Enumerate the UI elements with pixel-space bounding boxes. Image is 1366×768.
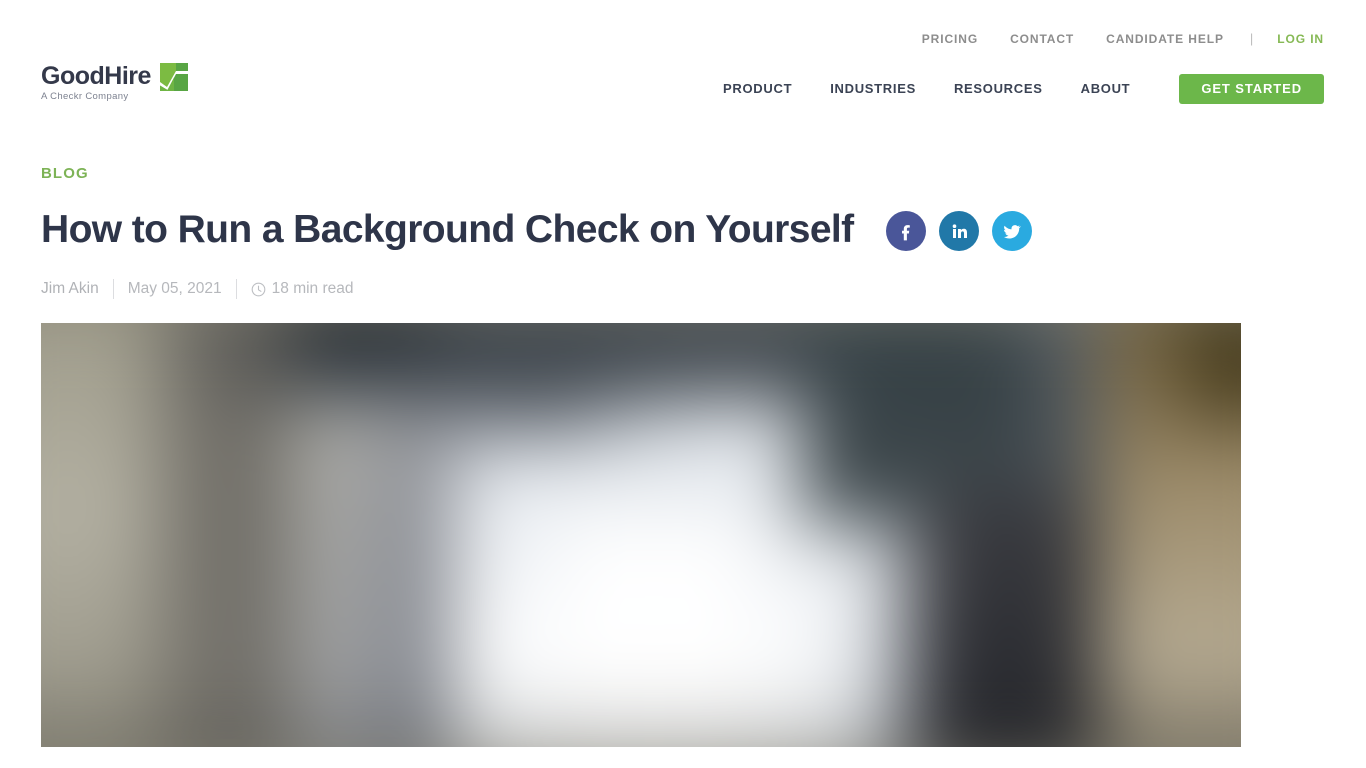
goodhire-checkmark-icon: [159, 63, 188, 91]
logo-text: GoodHire A Checkr Company: [41, 62, 151, 103]
utility-link-pricing[interactable]: PRICING: [906, 31, 994, 47]
share-buttons: [885, 211, 1032, 251]
get-started-button[interactable]: GET STARTED: [1179, 74, 1324, 104]
share-facebook-button[interactable]: [885, 211, 926, 251]
utility-nav-separator: |: [1249, 31, 1254, 46]
site-logo[interactable]: GoodHire A Checkr Company: [41, 62, 188, 103]
nav-link-product[interactable]: PRODUCT: [704, 75, 811, 103]
page-root: PRICING CONTACT CANDIDATE HELP | LOG IN …: [0, 0, 1366, 768]
article: BLOG How to Run a Background Check on Yo…: [0, 118, 1366, 747]
nav-link-industries[interactable]: INDUSTRIES: [811, 75, 935, 103]
clock-icon: [251, 282, 266, 297]
post-meta: Jim Akin May 05, 2021 18 min read: [41, 279, 1366, 299]
share-twitter-button[interactable]: [991, 211, 1032, 251]
utility-link-candidate-help[interactable]: CANDIDATE HELP: [1090, 31, 1240, 47]
share-linkedin-button[interactable]: [938, 211, 979, 251]
logo-tagline: A Checkr Company: [41, 91, 129, 102]
main-nav: PRODUCT INDUSTRIES RESOURCES ABOUT GET S…: [704, 74, 1324, 104]
hero-image: [41, 323, 1241, 747]
utility-nav: PRICING CONTACT CANDIDATE HELP | LOG IN: [906, 31, 1324, 47]
twitter-bird-icon: [1001, 220, 1023, 242]
meta-divider: [235, 279, 237, 299]
site-header: PRICING CONTACT CANDIDATE HELP | LOG IN …: [0, 0, 1366, 118]
post-read-time: 18 min read: [251, 279, 354, 299]
post-date: May 05, 2021: [127, 280, 222, 297]
nav-link-resources[interactable]: RESOURCES: [935, 75, 1062, 103]
utility-link-contact[interactable]: CONTACT: [994, 31, 1090, 47]
nav-link-about[interactable]: ABOUT: [1062, 75, 1150, 103]
title-row: How to Run a Background Check on Yoursel…: [41, 207, 1366, 253]
hero-image-canvas: [41, 323, 1241, 747]
post-author: Jim Akin: [41, 280, 99, 297]
page-title: How to Run a Background Check on Yoursel…: [41, 208, 854, 251]
linkedin-icon: [949, 221, 969, 241]
facebook-icon: [896, 221, 916, 241]
logo-wordmark: GoodHire: [41, 62, 151, 90]
read-time-text: 18 min read: [271, 280, 354, 297]
login-link[interactable]: LOG IN: [1263, 31, 1324, 47]
meta-divider: [112, 279, 114, 299]
blog-category-label[interactable]: BLOG: [41, 164, 89, 184]
